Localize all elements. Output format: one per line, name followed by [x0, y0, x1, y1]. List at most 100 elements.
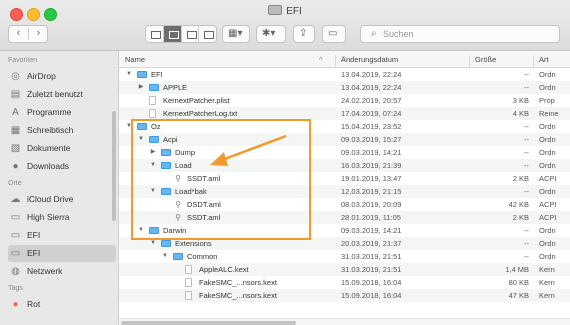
sidebar-item-location-2[interactable]: ▭ EFI: [8, 227, 116, 244]
row-kind: Ordn: [539, 226, 556, 235]
column-header-size[interactable]: Größe: [475, 55, 496, 64]
row-size: 3 KB: [512, 96, 529, 105]
row-size: --: [524, 70, 529, 79]
table-row[interactable]: FakeSMC_...nsors.kext 15.09.2018, 16:04 47…: [119, 289, 570, 302]
row-date: 15.04.2019, 23:52: [341, 122, 402, 131]
sidebar-scrollbar[interactable]: [112, 111, 116, 221]
column-header-name[interactable]: Name: [125, 55, 145, 64]
sidebar-item-label: Schreibtisch: [27, 125, 74, 135]
row-kind: Ordn: [539, 239, 556, 248]
sidebar-item-location-4[interactable]: ◍ Netzwerk: [8, 263, 116, 280]
row-kind: Prop: [539, 96, 555, 105]
sidebar-item-favorite-0[interactable]: ◎ AirDrop: [8, 68, 116, 85]
sidebar-item-favorite-4[interactable]: ▧ Dokumente: [8, 140, 116, 157]
table-row[interactable]: ▶ APPLE 13.04.2019, 22:24 -- Ordn: [119, 81, 570, 94]
table-row[interactable]: AppleALC.kext 31.03.2019, 21:51 1,4 MB Kern: [119, 263, 570, 276]
disclosure-open-icon[interactable]: ▼: [161, 250, 169, 263]
row-size: 42 KB: [508, 200, 529, 209]
row-size: --: [524, 226, 529, 235]
action-button[interactable]: ✱▾: [256, 25, 286, 43]
sidebar-item-favorite-1[interactable]: ▤ Zuletzt benutzt: [8, 86, 116, 103]
sidebar-item-favorite-5[interactable]: ● Downloads: [8, 158, 116, 175]
list-view-button[interactable]: [163, 26, 182, 42]
row-kind: Ordn: [539, 135, 556, 144]
back-forward-control[interactable]: ‹ ›: [8, 25, 48, 43]
row-kind: Kern: [539, 265, 555, 274]
disclosure-closed-icon[interactable]: ▶: [137, 81, 145, 94]
row-kind: Ordn: [539, 122, 556, 131]
sidebar-item-label: Rot: [27, 299, 41, 309]
chevron-left-icon[interactable]: ‹: [9, 27, 28, 39]
row-date: 09.03.2019, 15:27: [341, 135, 402, 144]
sidebar-tag-0[interactable]: ● Rot: [8, 296, 116, 313]
folder-icon: [137, 71, 147, 78]
kext-file-icon: [185, 291, 192, 300]
horizontal-scrollbar[interactable]: [119, 318, 570, 325]
share-button[interactable]: ⇪: [293, 25, 315, 43]
table-row[interactable]: KernextPatcher.plist 24.02.2019, 20:57 3 K…: [119, 94, 570, 107]
row-size: --: [524, 187, 529, 196]
row-kind: Ordn: [539, 148, 556, 157]
kext-file-icon: [185, 265, 192, 274]
documents-icon: ▧: [10, 143, 21, 154]
sidebar-item-location-3[interactable]: ▭ EFI: [8, 245, 116, 262]
desktop-icon: ▦: [10, 125, 21, 136]
applications-icon: A: [12, 107, 19, 118]
row-date: 19.01.2019, 13:47: [341, 174, 402, 183]
row-size: --: [524, 148, 529, 157]
row-date: 13.04.2019, 22:24: [341, 83, 402, 92]
table-row[interactable]: FakeSMC_...nsors.kext 15.09.2018, 16:04 80…: [119, 276, 570, 289]
column-view-button[interactable]: [182, 26, 200, 42]
row-size: --: [524, 135, 529, 144]
icon-view-button[interactable]: [146, 26, 164, 42]
sidebar-item-favorite-3[interactable]: ▦ Schreibtisch: [8, 122, 116, 139]
disk-icon: ▭: [10, 230, 21, 241]
row-kind: Ordn: [539, 187, 556, 196]
row-size: --: [524, 122, 529, 131]
row-kind: Reine: [539, 109, 559, 118]
row-date: 20.03.2019, 21:37: [341, 239, 402, 248]
table-row[interactable]: ▼ EFI 13.04.2019, 22:24 -- Ordn: [119, 68, 570, 81]
chevron-right-icon[interactable]: ›: [29, 27, 48, 39]
disclosure-open-icon[interactable]: ▼: [125, 68, 133, 81]
sidebar-item-label: Downloads: [27, 161, 70, 171]
tag-icon: ▭: [328, 28, 338, 39]
search-field[interactable]: ⌕ Suchen: [360, 25, 560, 43]
share-icon: ⇪: [299, 28, 308, 39]
recents-icon: ▤: [10, 89, 21, 100]
network-icon: ◍: [11, 266, 20, 277]
tag-button[interactable]: ▭: [322, 25, 346, 43]
group-button[interactable]: ▦▾: [222, 25, 250, 43]
row-date: 17.04.2019, 07:24: [341, 109, 402, 118]
scrollbar-thumb[interactable]: [121, 321, 296, 325]
row-kind: ACPI: [539, 213, 557, 222]
kext-file-icon: [185, 278, 192, 287]
row-kind: Ordn: [539, 70, 556, 79]
row-size: 80 KB: [508, 278, 529, 287]
row-date: 15.09.2018, 16:04: [341, 291, 402, 300]
row-name: FakeSMC_...nsors.kext: [199, 278, 277, 287]
tag-dot-icon: ●: [12, 299, 19, 310]
sidebar-item-label: Zuletzt benutzt: [27, 89, 83, 99]
row-name: AppleALC.kext: [199, 265, 249, 274]
gallery-view-button[interactable]: [199, 26, 216, 42]
row-kind: Kern: [539, 278, 555, 287]
column-header-date[interactable]: Änderungsdatum: [341, 55, 398, 64]
sidebar-item-favorite-2[interactable]: A Programme: [8, 104, 116, 121]
column-header-kind[interactable]: Art: [539, 55, 549, 64]
row-date: 24.02.2019, 20:57: [341, 96, 402, 105]
sidebar-item-label: Programme: [27, 107, 72, 117]
folder-icon: [161, 240, 171, 247]
row-date: 09.03.2019, 14:21: [341, 148, 402, 157]
view-mode-control[interactable]: [145, 25, 217, 43]
sidebar-item-location-1[interactable]: ▭ High Sierra: [8, 209, 116, 226]
table-row[interactable]: ▼ Common 31.03.2019, 21:51 -- Ordn: [119, 250, 570, 263]
row-date: 31.03.2019, 21:51: [341, 265, 402, 274]
sort-indicator-icon: ^: [319, 55, 323, 64]
row-kind: Ordn: [539, 252, 556, 261]
downloads-icon: ●: [12, 161, 19, 172]
sidebar-item-label: iCloud Drive: [27, 194, 74, 204]
row-date: 15.09.2018, 16:04: [341, 278, 402, 287]
sidebar-item-location-0[interactable]: ☁ iCloud Drive: [8, 191, 116, 208]
row-size: --: [524, 252, 529, 261]
